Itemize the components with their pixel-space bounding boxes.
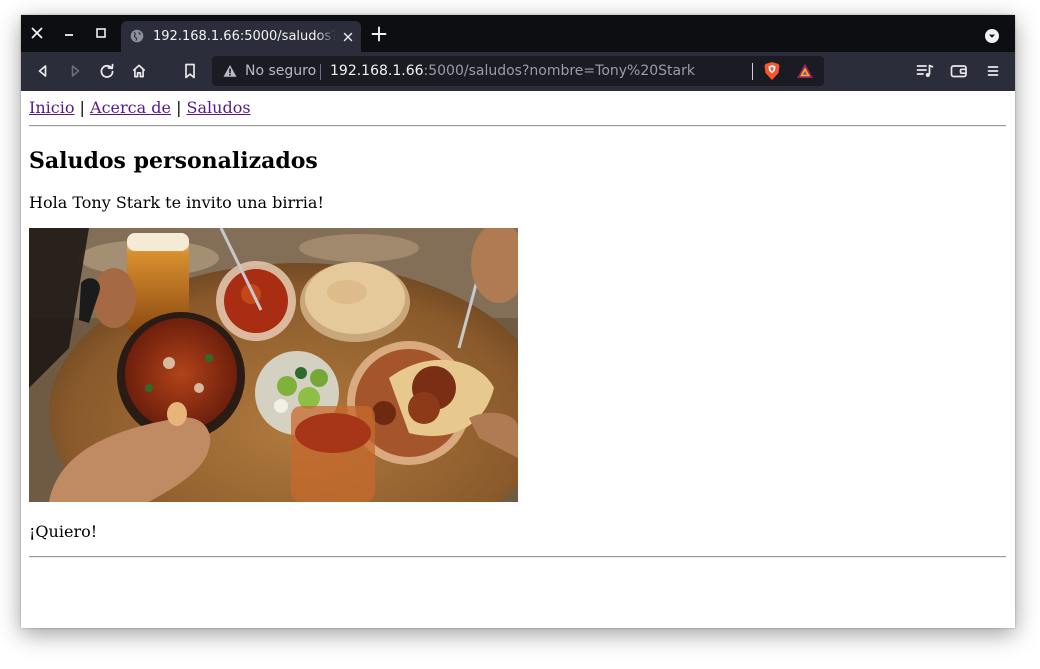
playlist-icon [916, 64, 934, 77]
url-path: :5000/saludos?nombre=Tony%20Stark [423, 63, 695, 79]
close-icon [31, 27, 43, 39]
home-icon [132, 64, 146, 78]
menu-icon [987, 66, 999, 76]
url-text[interactable]: 192.168.1.66:5000/saludos?nombre=Tony%20… [330, 63, 695, 79]
back-icon [38, 65, 47, 77]
page-content: Inicio | Acerca de | Saludos Saludos per… [21, 91, 1015, 628]
greeting-text: Hola Tony Stark te invito una birria! [29, 193, 324, 212]
url-host: 192.168.1.66 [330, 63, 424, 79]
maximize-icon [96, 28, 106, 38]
nav-separator: | [79, 98, 85, 117]
site-nav: Inicio | Acerca de | Saludos [29, 98, 251, 118]
tab-strip: 192.168.1.66:5000/saludos?nombre=Tony%20… [21, 15, 1015, 52]
wallet-button[interactable] [949, 61, 969, 81]
tab-title: 192.168.1.66:5000/saludos?nombre=Tony%20… [153, 29, 339, 44]
call-to-action-text: ¡Quiero! [29, 522, 98, 541]
nav-link-acerca-de[interactable]: Acerca de [90, 98, 171, 117]
forward-button[interactable] [65, 61, 85, 81]
new-tab-icon[interactable] [370, 25, 388, 43]
minimize-icon [65, 34, 73, 36]
nav-link-inicio[interactable]: Inicio [29, 98, 74, 117]
bookmark-icon [185, 63, 195, 79]
address-divider [320, 64, 321, 80]
forward-icon [71, 65, 80, 77]
brave-shields-icon[interactable] [763, 61, 781, 81]
main-menu-button[interactable] [983, 61, 1003, 81]
browser-window: 192.168.1.66:5000/saludos?nombre=Tony%20… [21, 15, 1015, 628]
warning-icon[interactable] [223, 64, 237, 78]
nav-link-saludos[interactable]: Saludos [187, 98, 251, 117]
reload-icon [100, 63, 114, 78]
back-button[interactable] [33, 61, 53, 81]
wallet-icon [950, 65, 967, 78]
toolbar: No seguro 192.168.1.66:5000/saludos?nomb… [21, 52, 1015, 91]
address-caret [752, 63, 753, 80]
security-label[interactable]: No seguro [245, 63, 316, 79]
tab-saludos[interactable]: 192.168.1.66:5000/saludos?nombre=Tony%20… [121, 21, 361, 52]
playlist-button[interactable] [915, 61, 935, 81]
tab-title-fade [317, 25, 341, 49]
page-title: Saludos personalizados [29, 148, 318, 174]
bottom-divider [29, 556, 1006, 558]
address-bar[interactable]: No seguro 192.168.1.66:5000/saludos?nomb… [212, 56, 824, 86]
window-minimize-button[interactable] [57, 21, 81, 45]
reload-button[interactable] [97, 61, 117, 81]
globe-icon [130, 29, 144, 43]
tab-menu-icon[interactable] [984, 28, 1000, 44]
birria-photo [29, 228, 518, 502]
brave-rewards-icon[interactable] [796, 62, 814, 80]
nav-separator: | [176, 98, 182, 117]
bookmark-button[interactable] [180, 61, 200, 81]
close-icon[interactable] [341, 30, 355, 44]
window-maximize-button[interactable] [89, 21, 113, 45]
home-button[interactable] [129, 61, 149, 81]
top-divider [29, 125, 1006, 127]
window-close-button[interactable] [25, 21, 49, 45]
